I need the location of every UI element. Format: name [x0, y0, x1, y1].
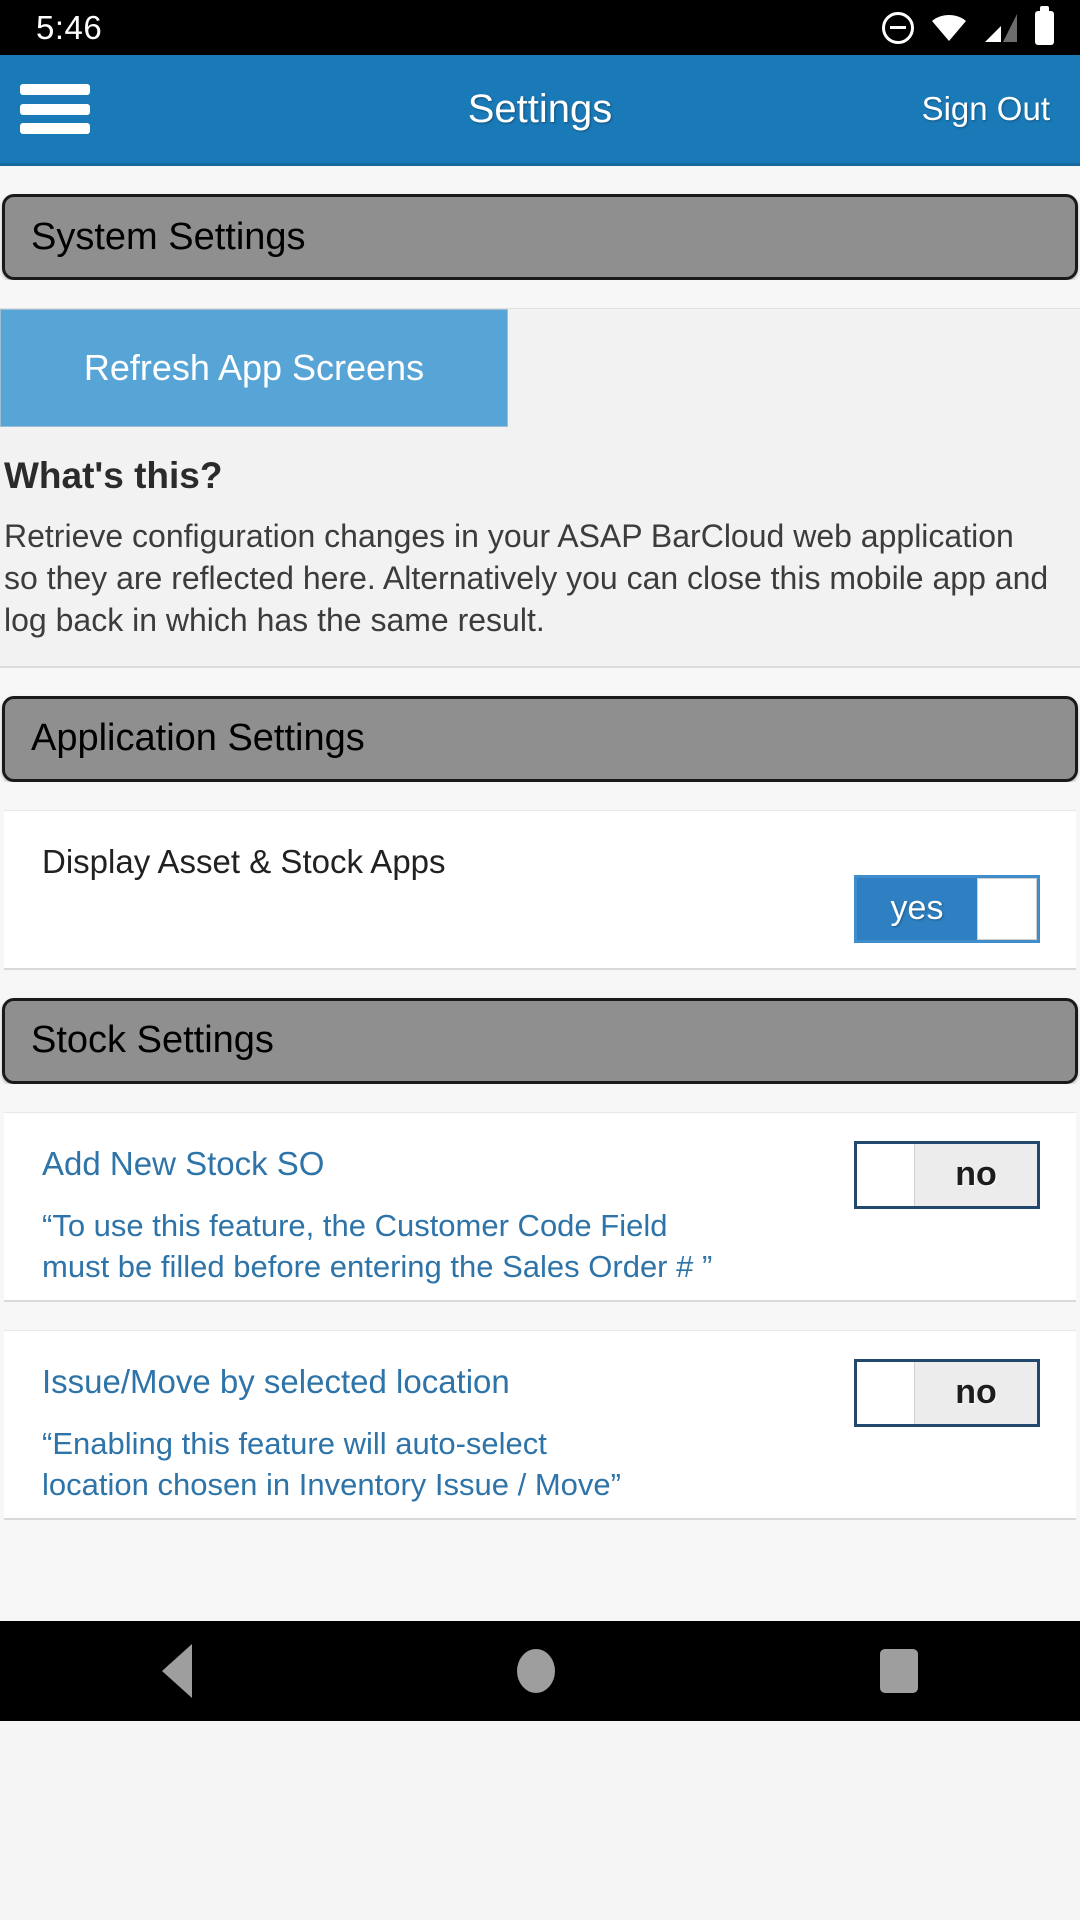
toggle-track-label: no: [915, 1361, 1037, 1424]
settings-scroll-container[interactable]: System Settings Refresh App Screens What…: [0, 166, 1080, 1621]
setting-row-issue-move-by-selected-location: Issue/Move by selected location no “Enab…: [4, 1329, 1076, 1520]
page-title: Settings: [467, 86, 613, 131]
spacer: [0, 781, 1080, 810]
setting-note-line: must be filled before entering the Sales…: [42, 1248, 713, 1284]
toggle-issue-move-by-selected-location[interactable]: no: [854, 1358, 1040, 1427]
system-settings-panel: Refresh App Screens What's this? Retriev…: [0, 308, 1080, 668]
toggle-add-new-stock-so[interactable]: no: [854, 1140, 1040, 1209]
spacer: [0, 667, 1080, 696]
setting-note-line: location chosen in Inventory Issue / Mov…: [42, 1466, 621, 1502]
recents-square-icon[interactable]: [879, 1649, 918, 1693]
status-time: 5:46: [36, 8, 103, 46]
section-header-application-settings[interactable]: Application Settings: [2, 695, 1078, 782]
spacer: [0, 166, 1080, 194]
refresh-app-screens-label: Refresh App Screens: [83, 347, 425, 388]
sign-out-button[interactable]: Sign Out: [922, 90, 1050, 128]
spacer: [0, 1083, 1080, 1112]
whats-this-body: Retrieve configuration changes in your A…: [4, 518, 1049, 639]
setting-label: Display Asset & Stock Apps: [42, 842, 446, 880]
toggle-knob: [857, 1361, 915, 1424]
section-header-label: System Settings: [31, 215, 306, 258]
battery-icon: [1035, 5, 1054, 45]
setting-note-line: “To use this feature, the Customer Code …: [42, 1207, 668, 1243]
android-navigation-bar: [0, 1621, 1080, 1721]
spacer: [0, 280, 1080, 308]
section-header-label: Stock Settings: [31, 1019, 274, 1062]
setting-row-display-asset-stock-apps: Display Asset & Stock Apps yes: [4, 809, 1076, 970]
home-circle-icon[interactable]: [516, 1649, 555, 1693]
section-header-stock-settings[interactable]: Stock Settings: [2, 997, 1078, 1084]
hamburger-line: [20, 123, 90, 134]
app-bar: Settings Sign Out: [0, 55, 1080, 166]
toggle-track-label: no: [915, 1143, 1037, 1206]
status-icon-group: [882, 5, 1054, 45]
setting-note-line: “Enabling this feature will auto-select: [42, 1425, 547, 1461]
back-triangle-icon[interactable]: [162, 1644, 193, 1698]
toggle-display-asset-stock-apps[interactable]: yes: [854, 874, 1040, 943]
spacer: [0, 969, 1080, 998]
hamburger-line: [20, 84, 90, 95]
whats-this-title: What's this?: [4, 455, 223, 496]
do-not-disturb-icon: [882, 11, 914, 44]
toggle-knob: [977, 877, 1037, 940]
setting-row-add-new-stock-so: Add New Stock SO no “To use this feature…: [4, 1111, 1076, 1302]
section-header-system-settings[interactable]: System Settings: [2, 194, 1078, 280]
toggle-track-label: yes: [857, 877, 977, 940]
hamburger-line: [20, 103, 90, 115]
status-bar: 5:46: [0, 0, 1080, 55]
cellular-signal-icon: [985, 13, 1017, 42]
toggle-knob: [857, 1143, 915, 1206]
section-header-label: Application Settings: [31, 717, 365, 760]
wifi-icon: [932, 14, 966, 41]
hamburger-menu-icon[interactable]: [20, 78, 90, 140]
refresh-app-screens-button[interactable]: Refresh App Screens: [0, 309, 508, 427]
